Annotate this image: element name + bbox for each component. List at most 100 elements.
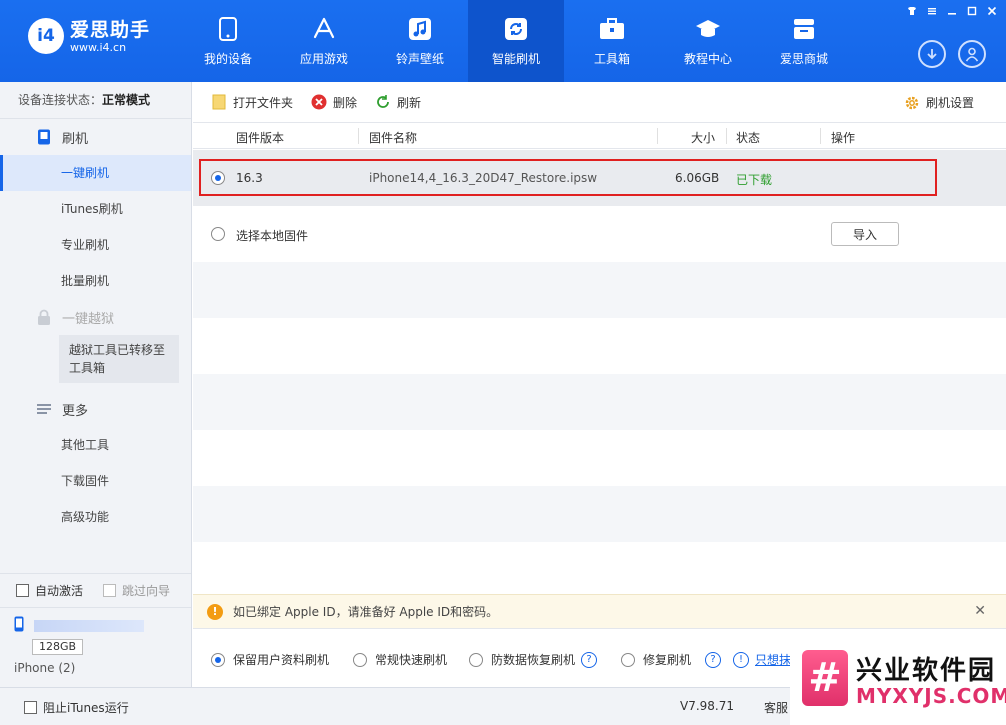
- version-label: V7.98.71: [680, 699, 735, 713]
- repair-radio[interactable]: [621, 652, 635, 667]
- help-icon[interactable]: ?: [705, 651, 722, 668]
- minimize-icon[interactable]: [944, 4, 960, 18]
- watermark: # 兴业软件园 MYXYJS.COM: [790, 636, 1006, 725]
- auto-activate-checkbox[interactable]: [16, 584, 29, 597]
- skin-icon[interactable]: [904, 4, 920, 18]
- empty-row: [193, 318, 1006, 374]
- phone-icon: [215, 16, 241, 42]
- nav-ringtones[interactable]: 铃声壁纸: [372, 0, 468, 82]
- sidebar-group-flash: 刷机: [0, 119, 191, 155]
- local-firmware-label: 选择本地固件: [236, 229, 309, 243]
- nav-my-device[interactable]: 我的设备: [180, 0, 276, 82]
- appstore-icon: [311, 16, 337, 42]
- nav-apps-games[interactable]: 应用游戏: [276, 0, 372, 82]
- local-firmware-radio[interactable]: [211, 227, 225, 241]
- device-phone-icon: [14, 616, 24, 635]
- import-button[interactable]: 导入: [831, 222, 899, 246]
- firmware-status: 已下载: [736, 173, 773, 187]
- folder-icon: [211, 94, 227, 110]
- open-folder-button[interactable]: 打开文件夹: [211, 94, 293, 111]
- close-icon[interactable]: ✕: [974, 603, 986, 619]
- flash-settings-label: 刷机设置: [925, 96, 974, 110]
- device-model: iPhone (2): [14, 661, 76, 675]
- sidebar-item-one-click-flash[interactable]: 一键刷机: [0, 155, 191, 191]
- warning-icon: !: [207, 603, 223, 620]
- local-firmware-row[interactable]: 选择本地固件 导入: [193, 206, 1006, 262]
- option-anti-recovery[interactable]: 防数据恢复刷机 ?: [469, 651, 598, 668]
- delete-label: 删除: [333, 95, 358, 110]
- col-size: 大小: [691, 131, 716, 145]
- watermark-title: 兴业软件园: [856, 656, 997, 686]
- delete-button[interactable]: 删除: [311, 94, 357, 111]
- refresh-button[interactable]: 刷新: [375, 94, 421, 111]
- activation-options: 自动激活 跳过向导: [0, 573, 191, 607]
- toolbar: 打开文件夹 删除 刷新 刷机设置: [193, 82, 1006, 122]
- anti-recovery-radio[interactable]: [469, 652, 483, 667]
- music-icon: [407, 16, 433, 42]
- sidebar-item-advanced[interactable]: 高级功能: [0, 499, 191, 535]
- sidebar-item-other-tools[interactable]: 其他工具: [0, 427, 191, 463]
- block-itunes-option[interactable]: 阻止iTunes运行: [24, 699, 129, 716]
- sidebar-group-label: 一键越狱: [62, 311, 115, 327]
- user-icon[interactable]: [958, 40, 986, 68]
- sidebar-item-pro-flash[interactable]: 专业刷机: [0, 227, 191, 263]
- maximize-icon[interactable]: [964, 4, 980, 18]
- nav-store[interactable]: 爱思商城: [756, 0, 852, 82]
- flash-settings-button[interactable]: 刷机设置: [904, 94, 974, 111]
- option-keep-data[interactable]: 保留用户资料刷机: [211, 651, 329, 668]
- block-itunes-checkbox[interactable]: [24, 701, 37, 714]
- sidebar-item-itunes-flash[interactable]: iTunes刷机: [0, 191, 191, 227]
- empty-row: [193, 262, 1006, 318]
- status-value: 正常模式: [102, 93, 151, 107]
- app-logo: i4 爱思助手 www.i4.cn: [28, 18, 150, 54]
- nav-tutorials[interactable]: 教程中心: [660, 0, 756, 82]
- nav-toolbox[interactable]: 工具箱: [564, 0, 660, 82]
- nav-label: 应用游戏: [299, 51, 348, 66]
- store-icon: [791, 16, 817, 42]
- auto-activate-label: 自动激活: [35, 584, 84, 598]
- close-icon[interactable]: [984, 4, 1000, 18]
- option-label: 保留用户资料刷机: [233, 653, 330, 667]
- open-folder-label: 打开文件夹: [233, 95, 294, 110]
- sidebar-item-download-firmware[interactable]: 下载固件: [0, 463, 191, 499]
- nav-label: 铃声壁纸: [395, 51, 444, 66]
- col-version: 固件版本: [236, 131, 285, 145]
- firmware-radio[interactable]: [211, 171, 225, 185]
- help-icon[interactable]: ?: [581, 651, 598, 668]
- app-header: i4 爱思助手 www.i4.cn 我的设备 应用游戏 铃声壁纸 智能刷机 工具…: [0, 0, 1006, 82]
- firmware-version: 16.3: [236, 171, 263, 185]
- table-row[interactable]: 16.3 iPhone14,4_16.3_20D47_Restore.ipsw …: [193, 150, 1006, 206]
- toolbox-icon: [599, 16, 625, 42]
- customer-service-link[interactable]: 客服: [764, 699, 788, 716]
- sidebar-group-more: 更多: [0, 391, 191, 427]
- skip-guide-label: 跳过向导: [122, 584, 171, 598]
- block-itunes-label: 阻止iTunes运行: [43, 701, 129, 715]
- sidebar-group-label: 更多: [62, 403, 89, 419]
- logo-name: 爱思助手: [70, 18, 151, 41]
- main-panel: 打开文件夹 删除 刷新 刷机设置 固件版本 固件名称 大小 状态 操作 16.3…: [193, 82, 1006, 687]
- device-panel[interactable]: 128GB iPhone (2): [0, 607, 191, 687]
- nav-smart-flash[interactable]: 智能刷机: [468, 0, 564, 82]
- storage-badge: 128GB: [32, 639, 84, 655]
- sidebar-item-batch-flash[interactable]: 批量刷机: [0, 263, 191, 299]
- window-controls: [904, 4, 1000, 18]
- logo-url: www.i4.cn: [70, 40, 127, 54]
- phone-icon: [36, 129, 52, 145]
- nav-label: 工具箱: [593, 51, 630, 66]
- apple-id-notice: ! 如已绑定 Apple ID，请准备好 Apple ID和密码。 ✕: [193, 594, 1006, 628]
- skip-guide-checkbox[interactable]: [103, 584, 117, 597]
- refresh-icon: [503, 16, 529, 42]
- empty-row: [193, 374, 1006, 430]
- erase-only-link[interactable]: 只想抹: [755, 651, 791, 668]
- option-repair[interactable]: 修复刷机 ? ! 只想抹: [621, 651, 791, 668]
- firmware-size: 6.06GB: [675, 171, 720, 185]
- keep-data-radio[interactable]: [211, 652, 225, 667]
- device-name-redacted: [33, 619, 144, 632]
- option-quick[interactable]: 常规快速刷机: [353, 651, 447, 668]
- nav-label: 教程中心: [683, 51, 732, 66]
- table-header: 固件版本 固件名称 大小 状态 操作: [193, 122, 1006, 149]
- download-icon[interactable]: [918, 40, 946, 68]
- menu-icon[interactable]: [924, 4, 940, 18]
- quick-radio[interactable]: [353, 652, 367, 667]
- empty-row: [193, 486, 1006, 542]
